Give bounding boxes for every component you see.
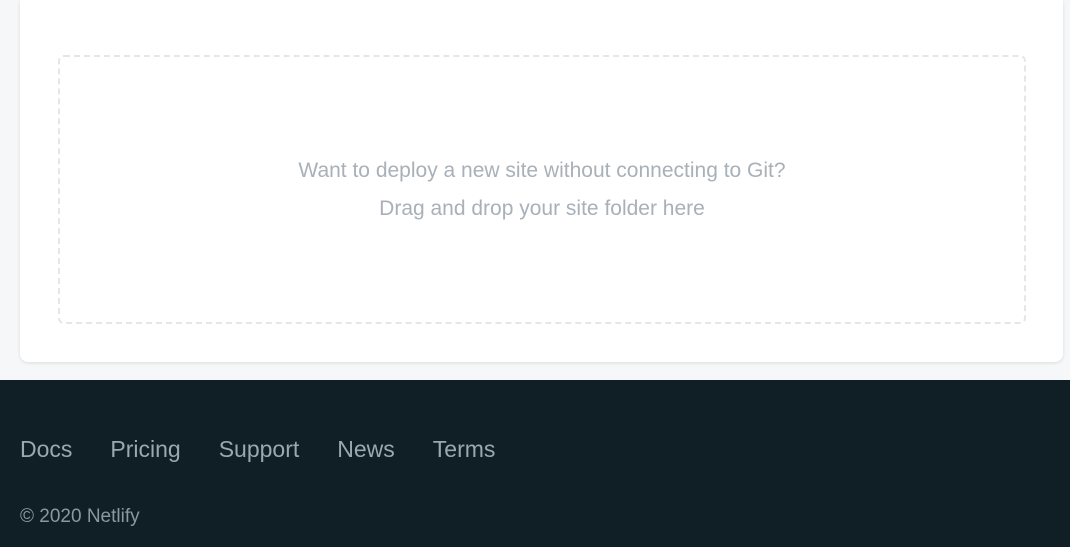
site-folder-dropzone[interactable]: Want to deploy a new site without connec…: [58, 55, 1026, 324]
dropzone-prompt: Want to deploy a new site without connec…: [298, 158, 786, 182]
deploy-card: Want to deploy a new site without connec…: [20, 0, 1063, 362]
copyright-text: © 2020 Netlify: [20, 506, 140, 527]
footer-link-news[interactable]: News: [337, 435, 395, 463]
footer-link-pricing[interactable]: Pricing: [110, 435, 180, 463]
footer-link-terms[interactable]: Terms: [433, 435, 496, 463]
footer-nav: Docs Pricing Support News Terms: [20, 435, 495, 463]
site-footer: [0, 380, 1070, 547]
page: Want to deploy a new site without connec…: [0, 0, 1070, 547]
dropzone-instruction: Drag and drop your site folder here: [379, 196, 705, 220]
footer-link-support[interactable]: Support: [219, 435, 300, 463]
footer-link-docs[interactable]: Docs: [20, 435, 72, 463]
